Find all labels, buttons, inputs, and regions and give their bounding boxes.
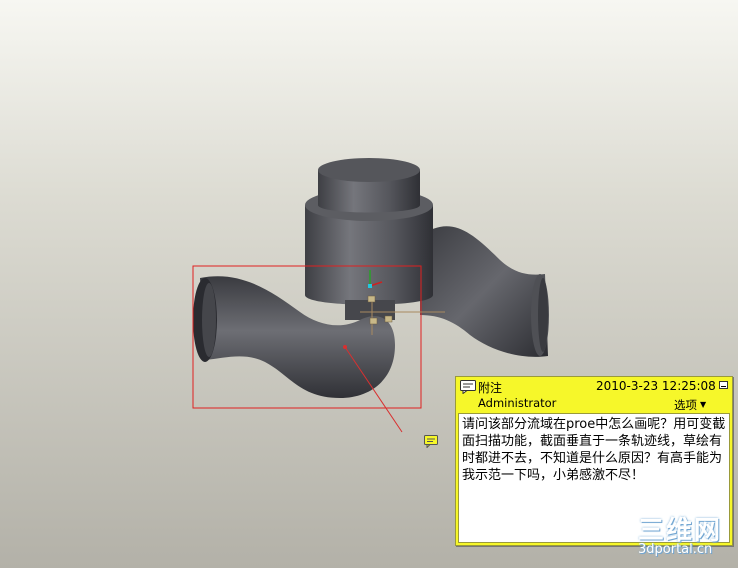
- right-outlet-pipe[interactable]: [420, 226, 549, 357]
- note-author: Administrator: [478, 396, 557, 410]
- minimize-icon[interactable]: [719, 381, 728, 389]
- dropdown-caret-icon: ▼: [700, 400, 707, 409]
- watermark-logo: 三维网 3dportal.cn: [636, 510, 736, 566]
- note-header: 附注 2010-3-23 12:25:08 Administrator 选项 ▼: [456, 377, 732, 413]
- note-options-label: 选项: [674, 398, 697, 412]
- note-icon: [460, 380, 476, 394]
- watermark-site: 3dportal.cn: [638, 542, 713, 557]
- note-datetime: 2010-3-23 12:25:08: [596, 379, 716, 393]
- note-title: 附注: [478, 381, 503, 395]
- valve-body[interactable]: [305, 158, 433, 320]
- note-marker-icon[interactable]: [424, 435, 438, 448]
- note-options-menu[interactable]: 选项 ▼: [674, 397, 706, 413]
